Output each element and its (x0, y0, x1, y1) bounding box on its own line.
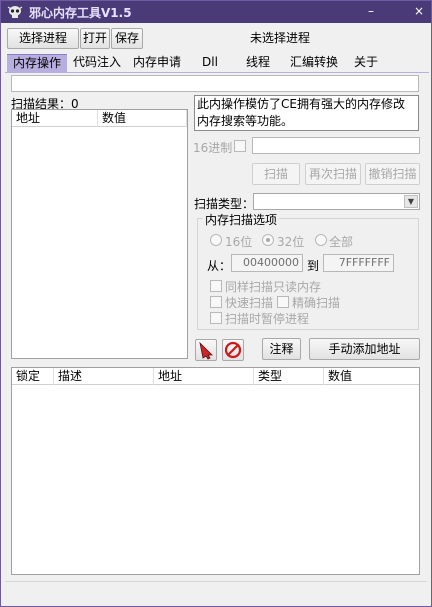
same-readonly-label: 同样扫描只读内存 (225, 280, 322, 294)
column-value[interactable]: 数值 (98, 110, 187, 127)
column-lock[interactable]: 锁定 (12, 368, 54, 385)
scan-type-select[interactable]: ▼ (253, 193, 420, 210)
app-skull-icon (7, 6, 23, 18)
column-address[interactable]: 地址 (154, 368, 254, 385)
save-button[interactable]: 保存 (111, 28, 143, 49)
open-button[interactable]: 打开 (80, 28, 110, 49)
close-button[interactable]: × (411, 3, 427, 19)
tab-memory-alloc[interactable]: 内存申请 (129, 54, 185, 72)
address-list-header: 锁定 描述 地址 类型 数值 (12, 368, 419, 385)
rescan-button[interactable]: 再次扫描 (305, 163, 361, 185)
radio-all[interactable] (315, 234, 327, 246)
minimize-button[interactable]: – (363, 3, 379, 19)
tab-asm-convert[interactable]: 汇编转换 (285, 54, 343, 72)
tab-about[interactable]: 关于 (349, 54, 383, 72)
precise-scan-checkbox[interactable] (277, 296, 289, 308)
main-window: 邪心内存工具V1.5 – × 选择进程 打开 保存 未选择进程 内存操作 代码注… (0, 0, 432, 607)
hex-checkbox[interactable] (234, 140, 246, 152)
window-title: 邪心内存工具V1.5 (29, 6, 132, 20)
column-value[interactable]: 数值 (324, 368, 419, 385)
tab-dll[interactable]: Dll (195, 54, 225, 72)
tab-bar: 内存操作 代码注入 内存申请 Dll 线程 汇编转换 关于 (5, 54, 429, 72)
scan-results-list[interactable]: 地址 数值 (11, 109, 188, 359)
process-status: 未选择进程 (249, 31, 310, 45)
undo-scan-button[interactable]: 撤销扫描 (365, 163, 420, 185)
to-address-input[interactable]: 7FFFFFFF (323, 254, 394, 272)
info-line-2: 内存搜索等功能。 (197, 114, 294, 128)
title-bar[interactable]: 邪心内存工具V1.5 – × (1, 1, 431, 23)
radio-32bit[interactable] (262, 234, 274, 246)
from-address-input[interactable]: 00400000 (231, 254, 303, 272)
select-process-button[interactable]: 选择进程 (7, 28, 79, 49)
pause-process-checkbox[interactable] (210, 312, 222, 324)
clear-list-button[interactable] (222, 339, 244, 361)
address-list[interactable]: 锁定 描述 地址 类型 数值 (11, 367, 420, 575)
radio-32bit-label: 32位 (277, 235, 305, 249)
to-label: 到 (307, 259, 320, 273)
tab-code-inject[interactable]: 代码注入 (69, 54, 125, 72)
precise-scan-label: 精确扫描 (292, 296, 341, 310)
info-text-box: 此内操作模仿了CE拥有强大的内存修改 内存搜索等功能。 (194, 95, 419, 131)
radio-16bit[interactable] (210, 234, 222, 246)
memory-scan-options-title: 内存扫描选项 (203, 211, 280, 228)
scan-progress-bar (11, 75, 419, 92)
pick-address-button[interactable] (195, 339, 217, 361)
hex-label: 16进制 (193, 141, 233, 155)
fast-scan-checkbox[interactable] (210, 296, 222, 308)
from-label: 从： (207, 259, 232, 273)
manual-add-address-button[interactable]: 手动添加地址 (309, 338, 420, 360)
same-readonly-checkbox[interactable] (210, 280, 222, 292)
column-description[interactable]: 描述 (54, 368, 154, 385)
scan-value-input[interactable] (252, 137, 420, 154)
column-address[interactable]: 地址 (12, 110, 98, 127)
chevron-down-icon[interactable]: ▼ (404, 195, 418, 208)
scan-type-label: 扫描类型： (194, 197, 255, 211)
tab-memory-ops[interactable]: 内存操作 (7, 54, 67, 72)
tab-threads[interactable]: 线程 (241, 54, 275, 72)
no-sign-icon (224, 341, 242, 359)
radio-all-label: 全部 (329, 235, 354, 249)
cursor-arrow-icon (199, 341, 213, 360)
comment-button[interactable]: 注释 (262, 338, 301, 360)
scan-button[interactable]: 扫描 (252, 163, 300, 185)
pause-process-label: 扫描时暂停进程 (225, 312, 310, 326)
column-type[interactable]: 类型 (254, 368, 324, 385)
radio-16bit-label: 16位 (225, 235, 253, 249)
info-line-1: 此内操作模仿了CE拥有强大的内存修改 (197, 97, 405, 111)
tab-underline (5, 72, 429, 73)
scan-results-header: 地址 数值 (12, 110, 187, 127)
status-bar (5, 581, 427, 601)
fast-scan-label: 快速扫描 (225, 296, 274, 310)
